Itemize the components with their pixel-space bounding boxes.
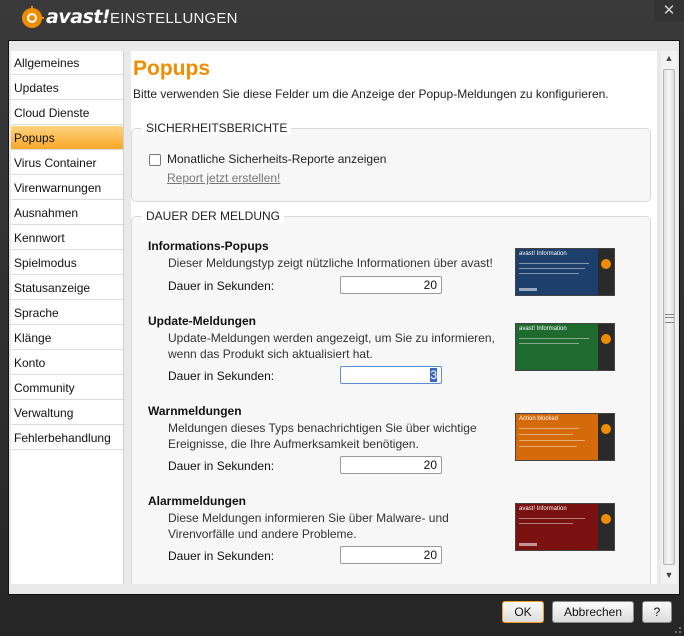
preview-strip <box>598 504 614 550</box>
title-bar[interactable]: avast! EINSTELLUNGEN ✕ <box>0 0 684 36</box>
ok-button[interactable]: OK <box>502 601 544 623</box>
sidebar-item-klaenge[interactable]: Klänge <box>11 326 123 350</box>
warning-messages-duration-label: Dauer in Sekunden: <box>168 459 275 473</box>
duration-group: DAUER DER MELDUNG Informations-Popups Di… <box>131 209 651 584</box>
duration-heading: DAUER DER MELDUNG <box>142 209 285 223</box>
update-messages-duration-label: Dauer in Sekunden: <box>168 369 275 383</box>
cancel-button[interactable]: Abbrechen <box>552 601 634 623</box>
alarm-messages-description: Diese Meldungen informieren Sie über Mal… <box>168 511 449 541</box>
preview-line <box>519 263 589 264</box>
scroll-down-arrow-icon[interactable]: ▼ <box>661 570 677 582</box>
create-report-link[interactable]: Report jetzt erstellen! <box>167 171 280 185</box>
page-description: Bitte verwenden Sie diese Felder um die … <box>133 87 609 101</box>
info-popups-duration-input[interactable]: 20 <box>340 276 442 294</box>
window-title: EINSTELLUNGEN <box>110 10 238 27</box>
close-icon[interactable]: ✕ <box>654 0 684 22</box>
grip-icon <box>665 314 674 323</box>
settings-window: avast! EINSTELLUNGEN ✕ Allgemeines Updat… <box>0 0 684 636</box>
update-messages-duration-input[interactable]: 3 <box>340 366 442 384</box>
vertical-scrollbar[interactable]: ▲ ▼ <box>661 51 677 584</box>
info-popups-title: Informations-Popups <box>148 239 269 253</box>
sidebar-item-ausnahmen[interactable]: Ausnahmen <box>11 201 123 225</box>
alarm-messages-title: Alarmmeldungen <box>148 494 247 508</box>
update-popup-preview-title: avast! Information <box>519 326 567 332</box>
preview-line <box>519 518 585 519</box>
info-popups-description: Dieser Meldungstyp zeigt nützliche Infor… <box>168 256 493 270</box>
alarm-messages-duration-label: Dauer in Sekunden: <box>168 549 275 563</box>
avast-logo-icon <box>601 424 611 434</box>
sidebar-item-community[interactable]: Community <box>11 376 123 400</box>
settings-frame: Allgemeines Updates Cloud Dienste Popups… <box>8 40 680 595</box>
sidebar-item-virenwarnungen[interactable]: Virenwarnungen <box>11 176 123 200</box>
sidebar-item-verwaltung[interactable]: Verwaltung <box>11 401 123 425</box>
warning-popup-preview-title: Action blocked <box>519 416 559 422</box>
content-panel: Popups Bitte verwenden Sie diese Felder … <box>131 51 657 584</box>
brand-name: avast! <box>46 6 111 28</box>
warning-messages-description: Meldungen dieses Typs benachrichtigen Si… <box>168 421 477 451</box>
sidebar-item-sprache[interactable]: Sprache <box>11 301 123 325</box>
preview-line <box>519 434 573 435</box>
preview-line <box>519 343 579 344</box>
update-messages-description: Update-Meldungen werden angezeigt, um Si… <box>168 331 495 361</box>
page-title: Popups <box>133 57 210 80</box>
update-popup-preview-image: avast! Information <box>515 323 615 371</box>
sidebar: Allgemeines Updates Cloud Dienste Popups… <box>11 51 124 584</box>
monthly-report-checkbox[interactable] <box>149 154 161 166</box>
update-messages-title: Update-Meldungen <box>148 314 256 328</box>
sidebar-item-fehlerbehandlung[interactable]: Fehlerbehandlung <box>11 426 123 450</box>
sidebar-item-konto[interactable]: Konto <box>11 351 123 375</box>
alarm-messages-duration-input[interactable]: 20 <box>340 546 442 564</box>
preview-strip <box>598 324 614 370</box>
preview-line <box>519 446 577 447</box>
preview-button <box>519 543 537 546</box>
warning-popup-preview-image: Action blocked <box>515 413 615 461</box>
preview-line <box>519 273 579 274</box>
preview-line <box>519 523 573 524</box>
warning-messages-title: Warnmeldungen <box>148 404 242 418</box>
warning-messages-duration-input[interactable]: 20 <box>340 456 442 474</box>
avast-logo-icon <box>22 6 44 28</box>
alarm-popup-preview-title: avast! Information <box>519 506 567 512</box>
sidebar-item-allgemeines[interactable]: Allgemeines <box>11 51 123 75</box>
sidebar-item-spielmodus[interactable]: Spielmodus <box>11 251 123 275</box>
monthly-report-label[interactable]: Monatliche Sicherheits-Reporte anzeigen <box>167 152 386 166</box>
avast-logo-icon <box>601 514 611 524</box>
sidebar-item-kennwort[interactable]: Kennwort <box>11 226 123 250</box>
sidebar-item-statusanzeige[interactable]: Statusanzeige <box>11 276 123 300</box>
update-messages-duration-value: 3 <box>430 368 437 382</box>
security-reports-heading: SICHERHEITSBERICHTE <box>142 121 292 135</box>
avast-logo-icon <box>601 259 611 269</box>
help-button[interactable]: ? <box>642 601 672 623</box>
scrollbar-thumb[interactable] <box>663 69 675 565</box>
preview-line <box>519 338 589 339</box>
sidebar-item-popups[interactable]: Popups <box>11 126 123 150</box>
preview-strip <box>598 414 614 460</box>
preview-button <box>519 288 537 291</box>
preview-line <box>519 268 585 269</box>
preview-line <box>519 428 579 429</box>
avast-logo-icon <box>601 334 611 344</box>
security-reports-group: SICHERHEITSBERICHTE Monatliche Sicherhei… <box>131 121 651 202</box>
resize-grip-icon[interactable] <box>672 624 682 634</box>
sidebar-item-cloud-dienste[interactable]: Cloud Dienste <box>11 101 123 125</box>
alarm-popup-preview-image: avast! Information <box>515 503 615 551</box>
preview-strip <box>598 249 614 295</box>
scroll-up-arrow-icon[interactable]: ▲ <box>661 53 677 65</box>
info-popup-preview-title: avast! Information <box>519 251 567 257</box>
info-popups-duration-label: Dauer in Sekunden: <box>168 279 275 293</box>
info-popup-preview-image: avast! Information <box>515 248 615 296</box>
sidebar-item-updates[interactable]: Updates <box>11 76 123 100</box>
sidebar-item-virus-container[interactable]: Virus Container <box>11 151 123 175</box>
preview-line <box>519 440 585 441</box>
